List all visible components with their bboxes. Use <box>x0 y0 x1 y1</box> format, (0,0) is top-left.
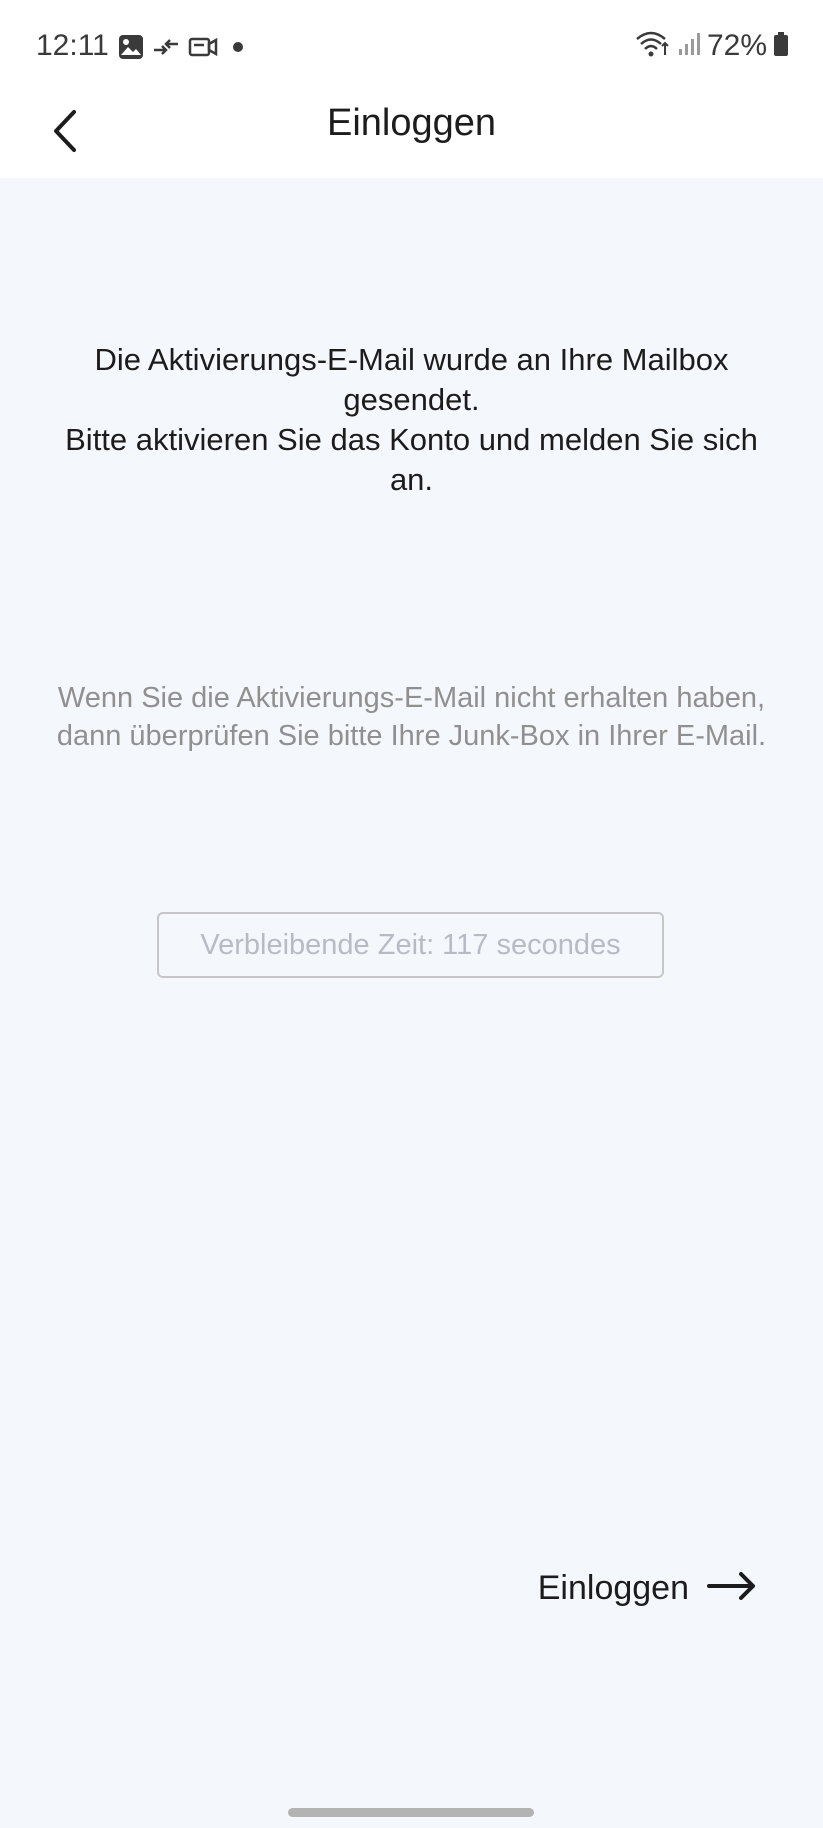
wifi-icon <box>635 29 671 64</box>
battery-percent: 72% <box>706 29 767 62</box>
image-icon <box>118 34 144 60</box>
activation-message: Die Aktivierungs-E-Mail wurde an Ihre Ma… <box>40 340 783 500</box>
signal-icon <box>677 31 701 62</box>
junk-box-hint: Wenn Sie die Aktivierungs-E-Mail nicht e… <box>50 680 773 755</box>
activation-message-line1: Die Aktivierungs-E-Mail wurde an Ihre Ma… <box>94 342 729 417</box>
battery-icon <box>773 31 789 62</box>
home-indicator[interactable] <box>288 1808 534 1817</box>
video-call-icon <box>188 34 218 60</box>
transfer-icon <box>152 34 180 60</box>
dot-icon <box>232 41 244 53</box>
hint-line1: Wenn Sie die Aktivierungs-E-Mail nicht e… <box>57 682 766 714</box>
login-link[interactable]: Einloggen <box>538 1562 757 1614</box>
login-link-label: Einloggen <box>537 1568 689 1607</box>
hint-line2: dann überprüfen Sie bitte Ihre Junk-Box … <box>56 719 767 752</box>
app-header: Einloggen <box>0 92 823 178</box>
page-title: Einloggen <box>326 102 497 144</box>
resend-countdown-button[interactable]: Verbleibende Zeit: 117 secondes <box>157 912 664 978</box>
arrow-right-icon <box>707 1571 757 1606</box>
status-time: 12:11 <box>36 29 109 62</box>
activation-message-line2: Bitte aktivieren Sie das Konto und melde… <box>65 422 758 497</box>
status-bar: 12:11 72% <box>0 0 823 92</box>
status-system-icons: 72% <box>635 28 789 64</box>
status-notification-icons <box>118 30 244 64</box>
